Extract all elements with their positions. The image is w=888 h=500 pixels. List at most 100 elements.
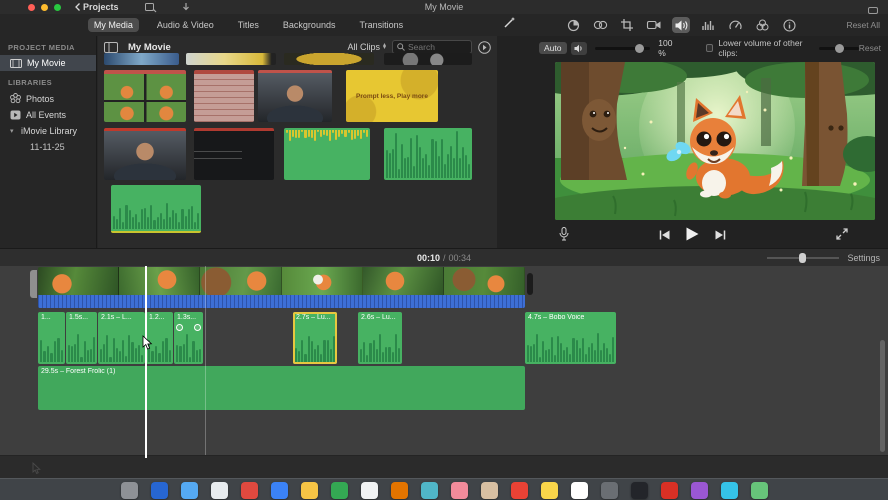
timeline-clip[interactable]: 29.5s – Forest Frolic (1) [38, 366, 525, 410]
dock-app-icon[interactable] [450, 482, 468, 499]
crop-icon[interactable] [618, 17, 636, 33]
previous-frame-button[interactable] [659, 227, 670, 245]
next-frame-button[interactable] [715, 227, 726, 245]
sidebar-toggle-icon[interactable] [104, 41, 118, 53]
filter-label: All Clips [347, 42, 380, 52]
search-input[interactable] [408, 42, 466, 52]
media-thumbnail[interactable]: Prompt less, Play more [346, 70, 438, 122]
sidebar-item-event-date[interactable]: 11-11-25 [0, 139, 96, 155]
media-thumbnail[interactable] [104, 128, 186, 180]
auto-volume-button[interactable]: Auto [539, 42, 567, 54]
tab-my-media[interactable]: My Media [87, 18, 139, 32]
magic-wand-icon[interactable] [503, 16, 516, 34]
clip-filter-dropdown[interactable]: All Clips ▴ ▾ [347, 42, 386, 52]
volume-icon[interactable] [672, 17, 691, 33]
timeline-clip[interactable]: 1.3s... [174, 312, 203, 364]
tab-audio-video[interactable]: Audio & Video [151, 18, 220, 32]
mute-button[interactable] [570, 41, 587, 55]
lower-volume-checkbox[interactable] [705, 44, 714, 52]
media-thumbnail[interactable] [284, 128, 370, 180]
dock-app-icon[interactable] [720, 482, 738, 499]
media-thumbnail[interactable] [194, 70, 254, 122]
reset-all-button[interactable]: Reset All [846, 20, 880, 30]
noise-reduction-icon[interactable] [699, 17, 717, 33]
timeline-clip[interactable]: 2.6s – Lu... [358, 312, 402, 364]
dock-app-icon[interactable] [660, 482, 678, 499]
dock-app-icon[interactable] [570, 482, 588, 499]
minimize-window-button[interactable] [41, 3, 48, 11]
timeline-zoom-slider[interactable] [767, 253, 840, 263]
dock-app-icon[interactable] [210, 482, 228, 499]
dock-app-icon[interactable] [750, 482, 768, 499]
dock-app-icon[interactable] [630, 482, 648, 499]
dock-app-icon[interactable] [180, 482, 198, 499]
media-thumbnail[interactable] [284, 53, 374, 65]
download-arrow-icon[interactable] [182, 2, 190, 12]
info-icon[interactable] [780, 17, 798, 33]
timeline-clip[interactable]: 2.7s – Lu... [293, 312, 337, 364]
filmstrip-icon [10, 58, 22, 68]
media-thumbnail[interactable] [194, 128, 274, 180]
browser-title: My Movie [128, 41, 171, 53]
clip-filter-icon[interactable] [753, 17, 771, 33]
dock-app-icon[interactable] [150, 482, 168, 499]
sidebar-item-label: 11-11-25 [30, 142, 65, 152]
dock-app-icon[interactable] [540, 482, 558, 499]
timeline[interactable]: 1... 1.5s... 2.1s – L... 1.2... 1.3s... 2.7s … [0, 266, 888, 455]
fade-handle[interactable] [194, 324, 201, 331]
color-correction-icon[interactable] [564, 17, 582, 33]
timeline-settings-button[interactable]: Settings [847, 253, 880, 263]
tab-transitions[interactable]: Transitions [353, 18, 409, 32]
timeline-clip[interactable]: 1... [38, 312, 65, 364]
close-window-button[interactable] [28, 3, 35, 11]
dock-app-icon[interactable] [330, 482, 348, 499]
dock-app-icon[interactable] [120, 482, 138, 499]
ducking-slider[interactable] [819, 43, 859, 53]
back-to-projects-button[interactable]: Projects [75, 2, 119, 12]
timeline-scrollbar[interactable] [880, 340, 885, 452]
search-box[interactable] [392, 40, 472, 54]
tab-backgrounds[interactable]: Backgrounds [277, 18, 342, 32]
media-thumbnail[interactable] [384, 53, 472, 65]
play-button[interactable] [686, 227, 699, 246]
tab-titles[interactable]: Titles [232, 18, 265, 32]
dock-app-icon[interactable] [420, 482, 438, 499]
media-thumbnail[interactable] [384, 128, 472, 180]
dock-app-icon[interactable] [360, 482, 378, 499]
media-thumbnail[interactable] [111, 185, 201, 233]
chevron-down-icon[interactable]: ▾ [10, 127, 16, 135]
media-thumbnail[interactable] [186, 53, 276, 65]
timeline-clip[interactable]: 1.5s... [66, 312, 97, 364]
dock-app-icon[interactable] [390, 482, 408, 499]
timeline-clip[interactable]: 2.1s – L... [98, 312, 145, 364]
timeline-clip[interactable]: 4.7s – Bobo Voice [525, 312, 616, 364]
sidebar-item-imovie-library[interactable]: ▾ iMovie Library [0, 123, 96, 139]
reset-button[interactable]: Reset [859, 43, 881, 53]
speed-icon[interactable] [726, 17, 744, 33]
clip-label: 1.3s... [177, 314, 197, 321]
forward-circle-icon[interactable] [478, 40, 491, 54]
fade-handle[interactable] [176, 324, 183, 331]
dock-app-icon[interactable] [240, 482, 258, 499]
dock-app-icon[interactable] [600, 482, 618, 499]
volume-slider[interactable] [594, 43, 651, 53]
volume-percent: 100 % [658, 38, 673, 58]
stabilization-icon[interactable] [645, 17, 663, 33]
sidebar-item-photos[interactable]: Photos [0, 90, 96, 107]
sidebar-item-my-movie[interactable]: My Movie [0, 55, 96, 71]
sidebar-item-all-events[interactable]: All Events [0, 107, 96, 123]
media-thumbnail[interactable] [104, 70, 186, 122]
dock-app-icon[interactable] [690, 482, 708, 499]
media-thumbnail[interactable] [104, 53, 179, 65]
dock-app-icon[interactable] [510, 482, 528, 499]
color-balance-icon[interactable] [591, 17, 609, 33]
sidebar-item-label: My Movie [27, 58, 66, 68]
zoom-window-button[interactable] [54, 3, 61, 11]
dock-app-icon[interactable] [270, 482, 288, 499]
dock-app-icon[interactable] [300, 482, 318, 499]
dock-app-icon[interactable] [480, 482, 498, 499]
skimmer-line [205, 266, 206, 455]
playhead[interactable] [145, 266, 147, 458]
media-thumbnail[interactable] [258, 70, 332, 122]
import-media-icon[interactable] [144, 2, 156, 12]
